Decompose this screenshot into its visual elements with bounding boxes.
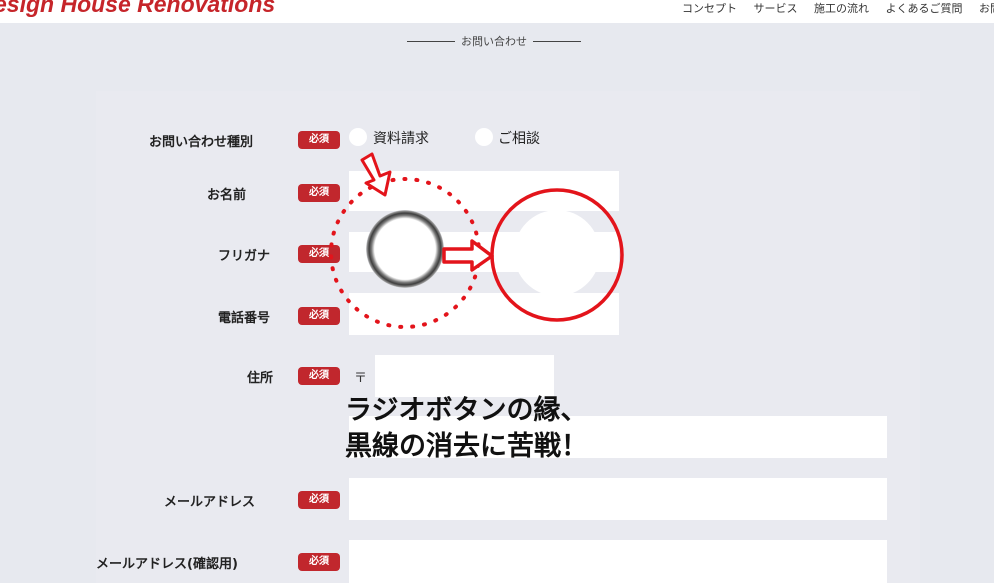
zoomed-radio-with-edge	[366, 210, 444, 288]
arrow-down-icon	[360, 152, 392, 197]
annotation-caption: ラジオボタンの縁、 黒線の消去に苦戦！	[345, 393, 588, 465]
caption-line-1: ラジオボタンの縁、	[345, 395, 588, 426]
zoomed-radio-clean	[514, 210, 600, 296]
annotation-overlay	[329, 152, 624, 329]
arrow-right-icon	[442, 239, 494, 272]
caption-line-2: 黒線の消去に苦戦！	[345, 431, 588, 462]
